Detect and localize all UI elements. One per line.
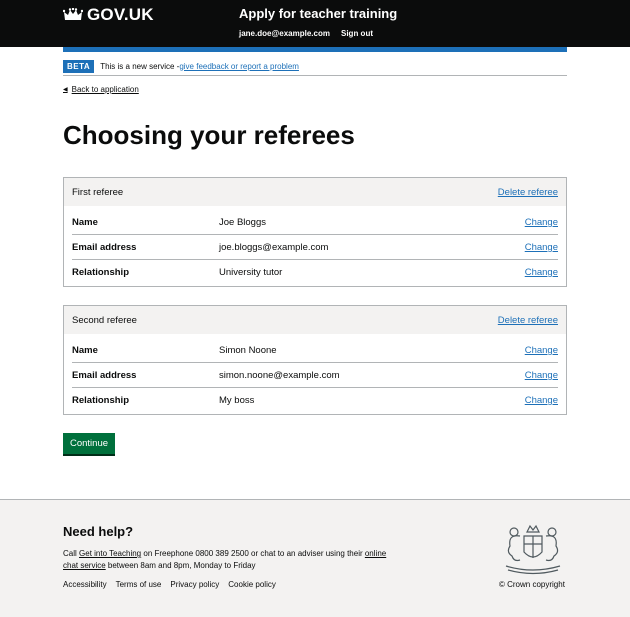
phase-banner: BETA This is a new service - give feedba… — [63, 57, 567, 76]
feedback-link[interactable]: give feedback or report a problem — [179, 62, 299, 71]
change-relationship-link[interactable]: Change — [525, 267, 558, 278]
back-link[interactable]: ◀ Back to application — [63, 85, 139, 94]
header-underline — [63, 47, 567, 52]
page-title: Choosing your referees — [63, 120, 355, 150]
row-value: University tutor — [219, 267, 283, 278]
continue-button[interactable]: Continue — [63, 433, 115, 454]
change-name-link[interactable]: Change — [525, 217, 558, 228]
delete-referee-link[interactable]: Delete referee — [498, 187, 558, 198]
summary-row: Relationship University tutor Change — [72, 260, 558, 284]
terms-link[interactable]: Terms of use — [116, 580, 162, 589]
summary-row: Email address simon.noone@example.com Ch… — [72, 363, 558, 388]
referee-card-second: Second referee Delete referee Name Simon… — [63, 305, 567, 415]
row-key: Email address — [72, 242, 137, 253]
row-key: Name — [72, 217, 98, 228]
summary-row: Relationship My boss Change — [72, 388, 558, 412]
row-value: My boss — [219, 395, 255, 406]
row-key: Name — [72, 345, 98, 356]
change-email-link[interactable]: Change — [525, 370, 558, 381]
row-value: simon.noone@example.com — [219, 370, 340, 381]
row-value: joe.bloggs@example.com — [219, 242, 329, 253]
row-key: Relationship — [72, 395, 130, 406]
accessibility-link[interactable]: Accessibility — [63, 580, 107, 589]
get-into-teaching-link[interactable]: Get into Teaching — [79, 549, 141, 558]
referee-card-first: First referee Delete referee Name Joe Bl… — [63, 177, 567, 287]
change-relationship-link[interactable]: Change — [525, 395, 558, 406]
card-title: First referee — [72, 186, 124, 198]
site-footer: Need help? Call Get into Teaching on Fre… — [0, 499, 630, 617]
back-link-label: Back to application — [71, 85, 139, 94]
footer-links: Accessibility Terms of use Privacy polic… — [63, 580, 276, 589]
summary-row: Name Simon Noone Change — [72, 338, 558, 363]
card-header: Second referee Delete referee — [64, 306, 566, 334]
delete-referee-link[interactable]: Delete referee — [498, 315, 558, 326]
privacy-link[interactable]: Privacy policy — [170, 580, 219, 589]
site-header: GOV.UK Apply for teacher training jane.d… — [0, 0, 630, 47]
help-text: Call Get into Teaching on Freephone 0800… — [63, 548, 403, 571]
help-text-pre: Call — [63, 549, 80, 558]
logo-text: GOV.UK — [87, 5, 154, 24]
row-value: Joe Bloggs — [219, 217, 267, 228]
change-email-link[interactable]: Change — [525, 242, 558, 253]
sign-out-link[interactable]: Sign out — [341, 29, 373, 38]
row-value: Simon Noone — [219, 345, 277, 356]
cookie-link[interactable]: Cookie policy — [228, 580, 276, 589]
back-arrow-icon: ◀ — [63, 87, 68, 93]
royal-coat-of-arms-icon — [505, 524, 561, 575]
row-key: Relationship — [72, 267, 130, 278]
summary-row: Name Joe Bloggs Change — [72, 210, 558, 235]
summary-row: Email address joe.bloggs@example.com Cha… — [72, 235, 558, 260]
crown-icon — [63, 8, 83, 20]
row-key: Email address — [72, 370, 137, 381]
govuk-logo[interactable]: GOV.UK — [63, 5, 154, 25]
help-text-post: between 8am and 8pm, Monday to Friday — [105, 560, 256, 570]
crown-copyright[interactable]: © Crown copyright — [499, 580, 565, 589]
banner-text: This is a new service - — [100, 61, 180, 71]
card-header: First referee Delete referee — [64, 178, 566, 206]
card-title: Second referee — [72, 314, 137, 326]
help-title: Need help? — [63, 524, 134, 539]
beta-tag: BETA — [63, 59, 95, 73]
service-name[interactable]: Apply for teacher training — [239, 6, 397, 21]
user-email-link[interactable]: jane.doe@example.com — [239, 29, 330, 38]
change-name-link[interactable]: Change — [525, 345, 558, 356]
help-text-mid: on Freephone 0800 389 2500 or chat to an… — [141, 549, 365, 558]
